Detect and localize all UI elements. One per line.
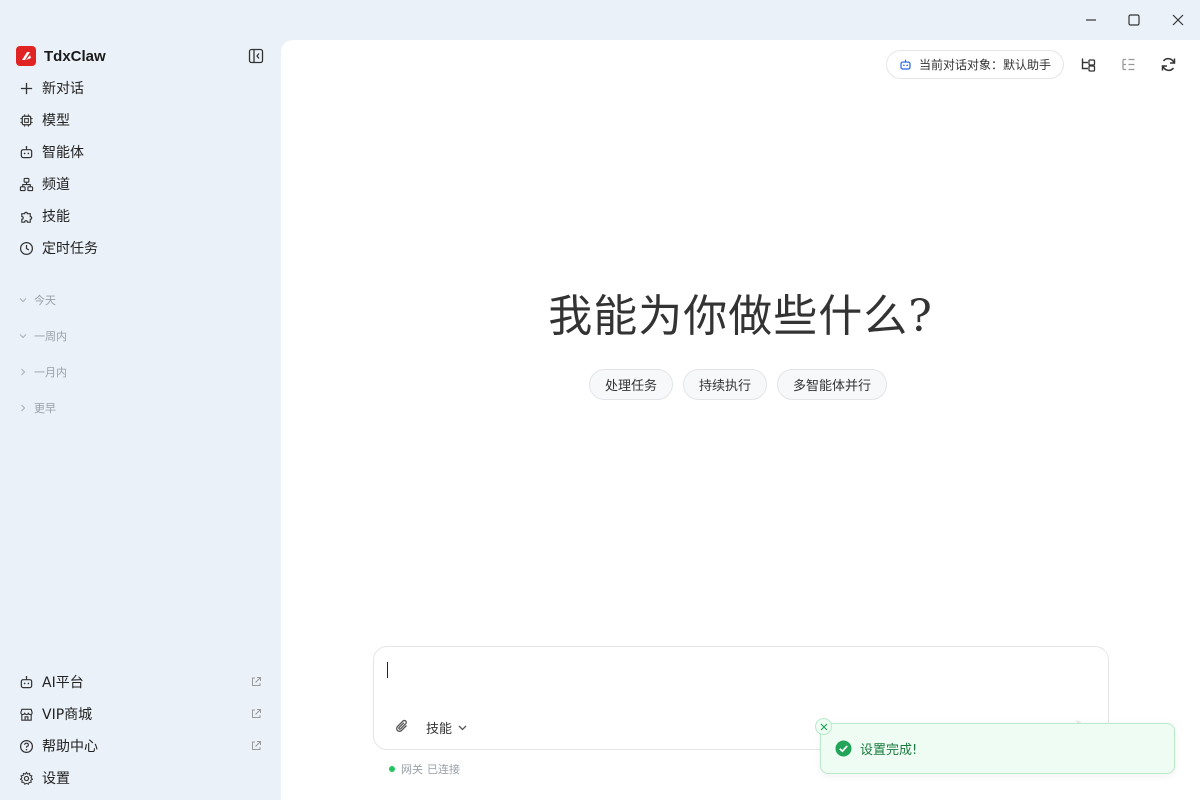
sidebar-item-channels[interactable]: 频道 bbox=[8, 168, 273, 200]
clock-icon bbox=[18, 240, 34, 256]
nav-label: 设置 bbox=[42, 771, 70, 787]
sidebar-item-settings[interactable]: 设置 bbox=[8, 762, 273, 794]
new-chat-button[interactable]: 新对话 bbox=[8, 72, 273, 104]
sidebar-item-skills[interactable]: 技能 bbox=[8, 200, 273, 232]
paperclip-icon bbox=[396, 719, 407, 732]
current-agent-selector[interactable]: 当前对话对象：默认助手 bbox=[886, 50, 1065, 79]
status-dot bbox=[389, 766, 395, 772]
chevron-down-icon bbox=[18, 330, 30, 342]
history-group-label: 更早 bbox=[34, 402, 56, 415]
history-group-label: 今天 bbox=[34, 294, 56, 307]
welcome-heading: 我能为你做些什么? bbox=[548, 291, 933, 342]
external-link-icon bbox=[249, 739, 263, 753]
chevron-right-icon bbox=[18, 366, 30, 378]
suggestion-chips: 处理任务 持续执行 多智能体并行 bbox=[589, 369, 897, 400]
refresh-icon bbox=[1161, 57, 1175, 71]
sidebar-bottom-nav: AI平台 VIP商城 帮助中心 设置 bbox=[8, 666, 273, 794]
help-icon bbox=[18, 738, 34, 754]
nav-label: 新对话 bbox=[42, 81, 84, 97]
outline-button[interactable] bbox=[1118, 54, 1138, 74]
close-icon bbox=[820, 723, 827, 730]
sidebar-item-help-center[interactable]: 帮助中心 bbox=[8, 730, 273, 762]
main-panel: 当前对话对象：默认助手 我能为你做些什么? 处理任务 持续执行 多智能体并行 技… bbox=[281, 40, 1200, 800]
history-group-month[interactable]: 一月内 bbox=[8, 354, 273, 390]
suggestion-chip[interactable]: 处理任务 bbox=[589, 369, 674, 400]
external-link-icon bbox=[249, 707, 263, 721]
sidebar-item-models[interactable]: 模型 bbox=[8, 104, 273, 136]
current-agent-label: 当前对话对象：默认助手 bbox=[919, 58, 1052, 72]
sidebar-collapse-icon bbox=[248, 48, 264, 64]
chevron-down-icon bbox=[18, 294, 30, 306]
brand: TdxClaw bbox=[16, 45, 106, 67]
nav-label: 智能体 bbox=[42, 145, 84, 161]
close-window-button[interactable] bbox=[1166, 8, 1190, 32]
nav-label: 帮助中心 bbox=[42, 739, 98, 755]
history-group-label: 一月内 bbox=[34, 366, 67, 379]
sidebar-item-ai-platform[interactable]: AI平台 bbox=[8, 666, 273, 698]
nav-label: 定时任务 bbox=[42, 241, 98, 257]
gateway-status: 网关 已连接 bbox=[389, 761, 460, 777]
history-group-label: 一周内 bbox=[34, 330, 67, 343]
close-icon bbox=[1172, 14, 1184, 26]
sidebar-collapse-button[interactable] bbox=[246, 46, 266, 66]
message-input[interactable] bbox=[386, 659, 1086, 703]
maximize-icon bbox=[1128, 14, 1140, 26]
gateway-state: 已连接 bbox=[427, 763, 460, 776]
sidebar-item-agents[interactable]: 智能体 bbox=[8, 136, 273, 168]
chat-history: 今天 一周内 一月内 更早 bbox=[8, 282, 273, 426]
minimize-button[interactable] bbox=[1079, 8, 1103, 32]
minimize-icon bbox=[1086, 19, 1096, 21]
robot-icon bbox=[18, 674, 34, 690]
sidebar-item-vip-store[interactable]: VIP商城 bbox=[8, 698, 273, 730]
sidebar: TdxClaw 新对话 模型 智能体 频道 技能 定时任务 今天 一周内 一月内… bbox=[0, 0, 281, 800]
hierarchy-icon bbox=[18, 176, 34, 192]
suggestion-chip[interactable]: 多智能体并行 bbox=[777, 369, 888, 400]
plus-icon bbox=[18, 80, 34, 96]
puzzle-icon bbox=[18, 208, 34, 224]
chevron-down-icon bbox=[457, 722, 468, 733]
toast-notification: 设置完成! bbox=[820, 723, 1175, 774]
branch-button[interactable] bbox=[1078, 54, 1098, 74]
nav-label: VIP商城 bbox=[42, 707, 93, 723]
nav-label: AI平台 bbox=[42, 675, 84, 691]
history-group-week[interactable]: 一周内 bbox=[8, 318, 273, 354]
gateway-label: 网关 bbox=[401, 763, 423, 776]
skill-dropdown[interactable]: 技能 bbox=[426, 717, 468, 737]
app-name: TdxClaw bbox=[44, 47, 106, 65]
toast-close-button[interactable] bbox=[815, 718, 832, 735]
toast-message: 设置完成! bbox=[860, 743, 918, 758]
suggestion-chip[interactable]: 持续执行 bbox=[683, 369, 768, 400]
chip-icon bbox=[18, 112, 34, 128]
gear-icon bbox=[18, 770, 34, 786]
text-caret bbox=[387, 662, 388, 678]
skill-dropdown-label: 技能 bbox=[426, 721, 453, 737]
sidebar-nav: 新对话 模型 智能体 频道 技能 定时任务 bbox=[8, 72, 273, 264]
robot-icon bbox=[899, 58, 913, 72]
chevron-right-icon bbox=[18, 402, 30, 414]
refresh-button[interactable] bbox=[1158, 54, 1178, 74]
branch-icon bbox=[1081, 58, 1095, 72]
maximize-button[interactable] bbox=[1122, 8, 1146, 32]
check-circle-icon bbox=[835, 740, 852, 757]
external-link-icon bbox=[249, 675, 263, 689]
history-group-earlier[interactable]: 更早 bbox=[8, 390, 273, 426]
store-icon bbox=[18, 706, 34, 722]
app-logo-icon bbox=[16, 46, 36, 66]
attach-button[interactable] bbox=[394, 718, 412, 736]
outline-icon bbox=[1121, 58, 1134, 70]
nav-label: 频道 bbox=[42, 177, 70, 193]
nav-label: 模型 bbox=[42, 113, 70, 129]
sidebar-item-scheduled-tasks[interactable]: 定时任务 bbox=[8, 232, 273, 264]
robot-icon bbox=[18, 144, 34, 160]
nav-label: 技能 bbox=[42, 209, 70, 225]
history-group-today[interactable]: 今天 bbox=[8, 282, 273, 318]
